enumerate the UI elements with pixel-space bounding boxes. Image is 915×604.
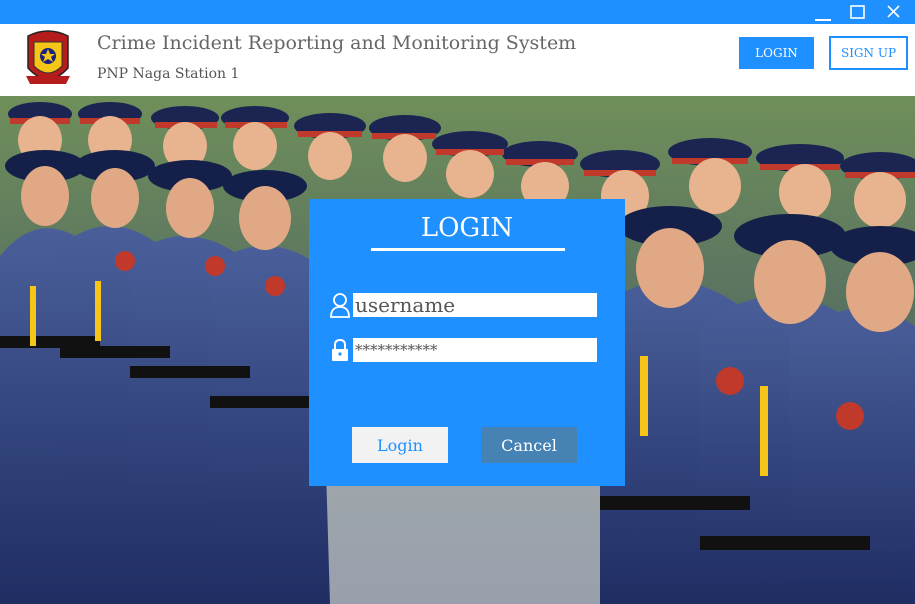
header-signup-button[interactable]: SIGN UP	[829, 36, 908, 70]
login-card: LOGIN Login Cancel	[309, 199, 625, 486]
app-subtitle: PNP Naga Station 1	[97, 66, 240, 82]
lock-icon	[330, 338, 350, 362]
cancel-button[interactable]: Cancel	[481, 427, 577, 463]
app-header: Crime Incident Reporting and Monitoring …	[0, 24, 915, 96]
title-underline	[371, 248, 565, 251]
minimize-icon	[815, 19, 831, 21]
login-card-title: LOGIN	[420, 213, 514, 243]
minimize-button[interactable]	[808, 0, 838, 24]
header-login-button[interactable]: LOGIN	[739, 37, 814, 69]
app-title: Crime Incident Reporting and Monitoring …	[97, 32, 577, 54]
username-field[interactable]	[353, 293, 597, 317]
window-titlebar	[0, 0, 915, 24]
user-icon	[330, 292, 350, 318]
pnp-badge-logo	[22, 28, 74, 92]
login-button[interactable]: Login	[352, 427, 448, 463]
maximize-button[interactable]	[843, 0, 873, 24]
maximize-icon	[850, 5, 865, 19]
password-field[interactable]	[353, 338, 597, 362]
close-button[interactable]	[879, 0, 909, 24]
close-icon	[887, 5, 900, 18]
